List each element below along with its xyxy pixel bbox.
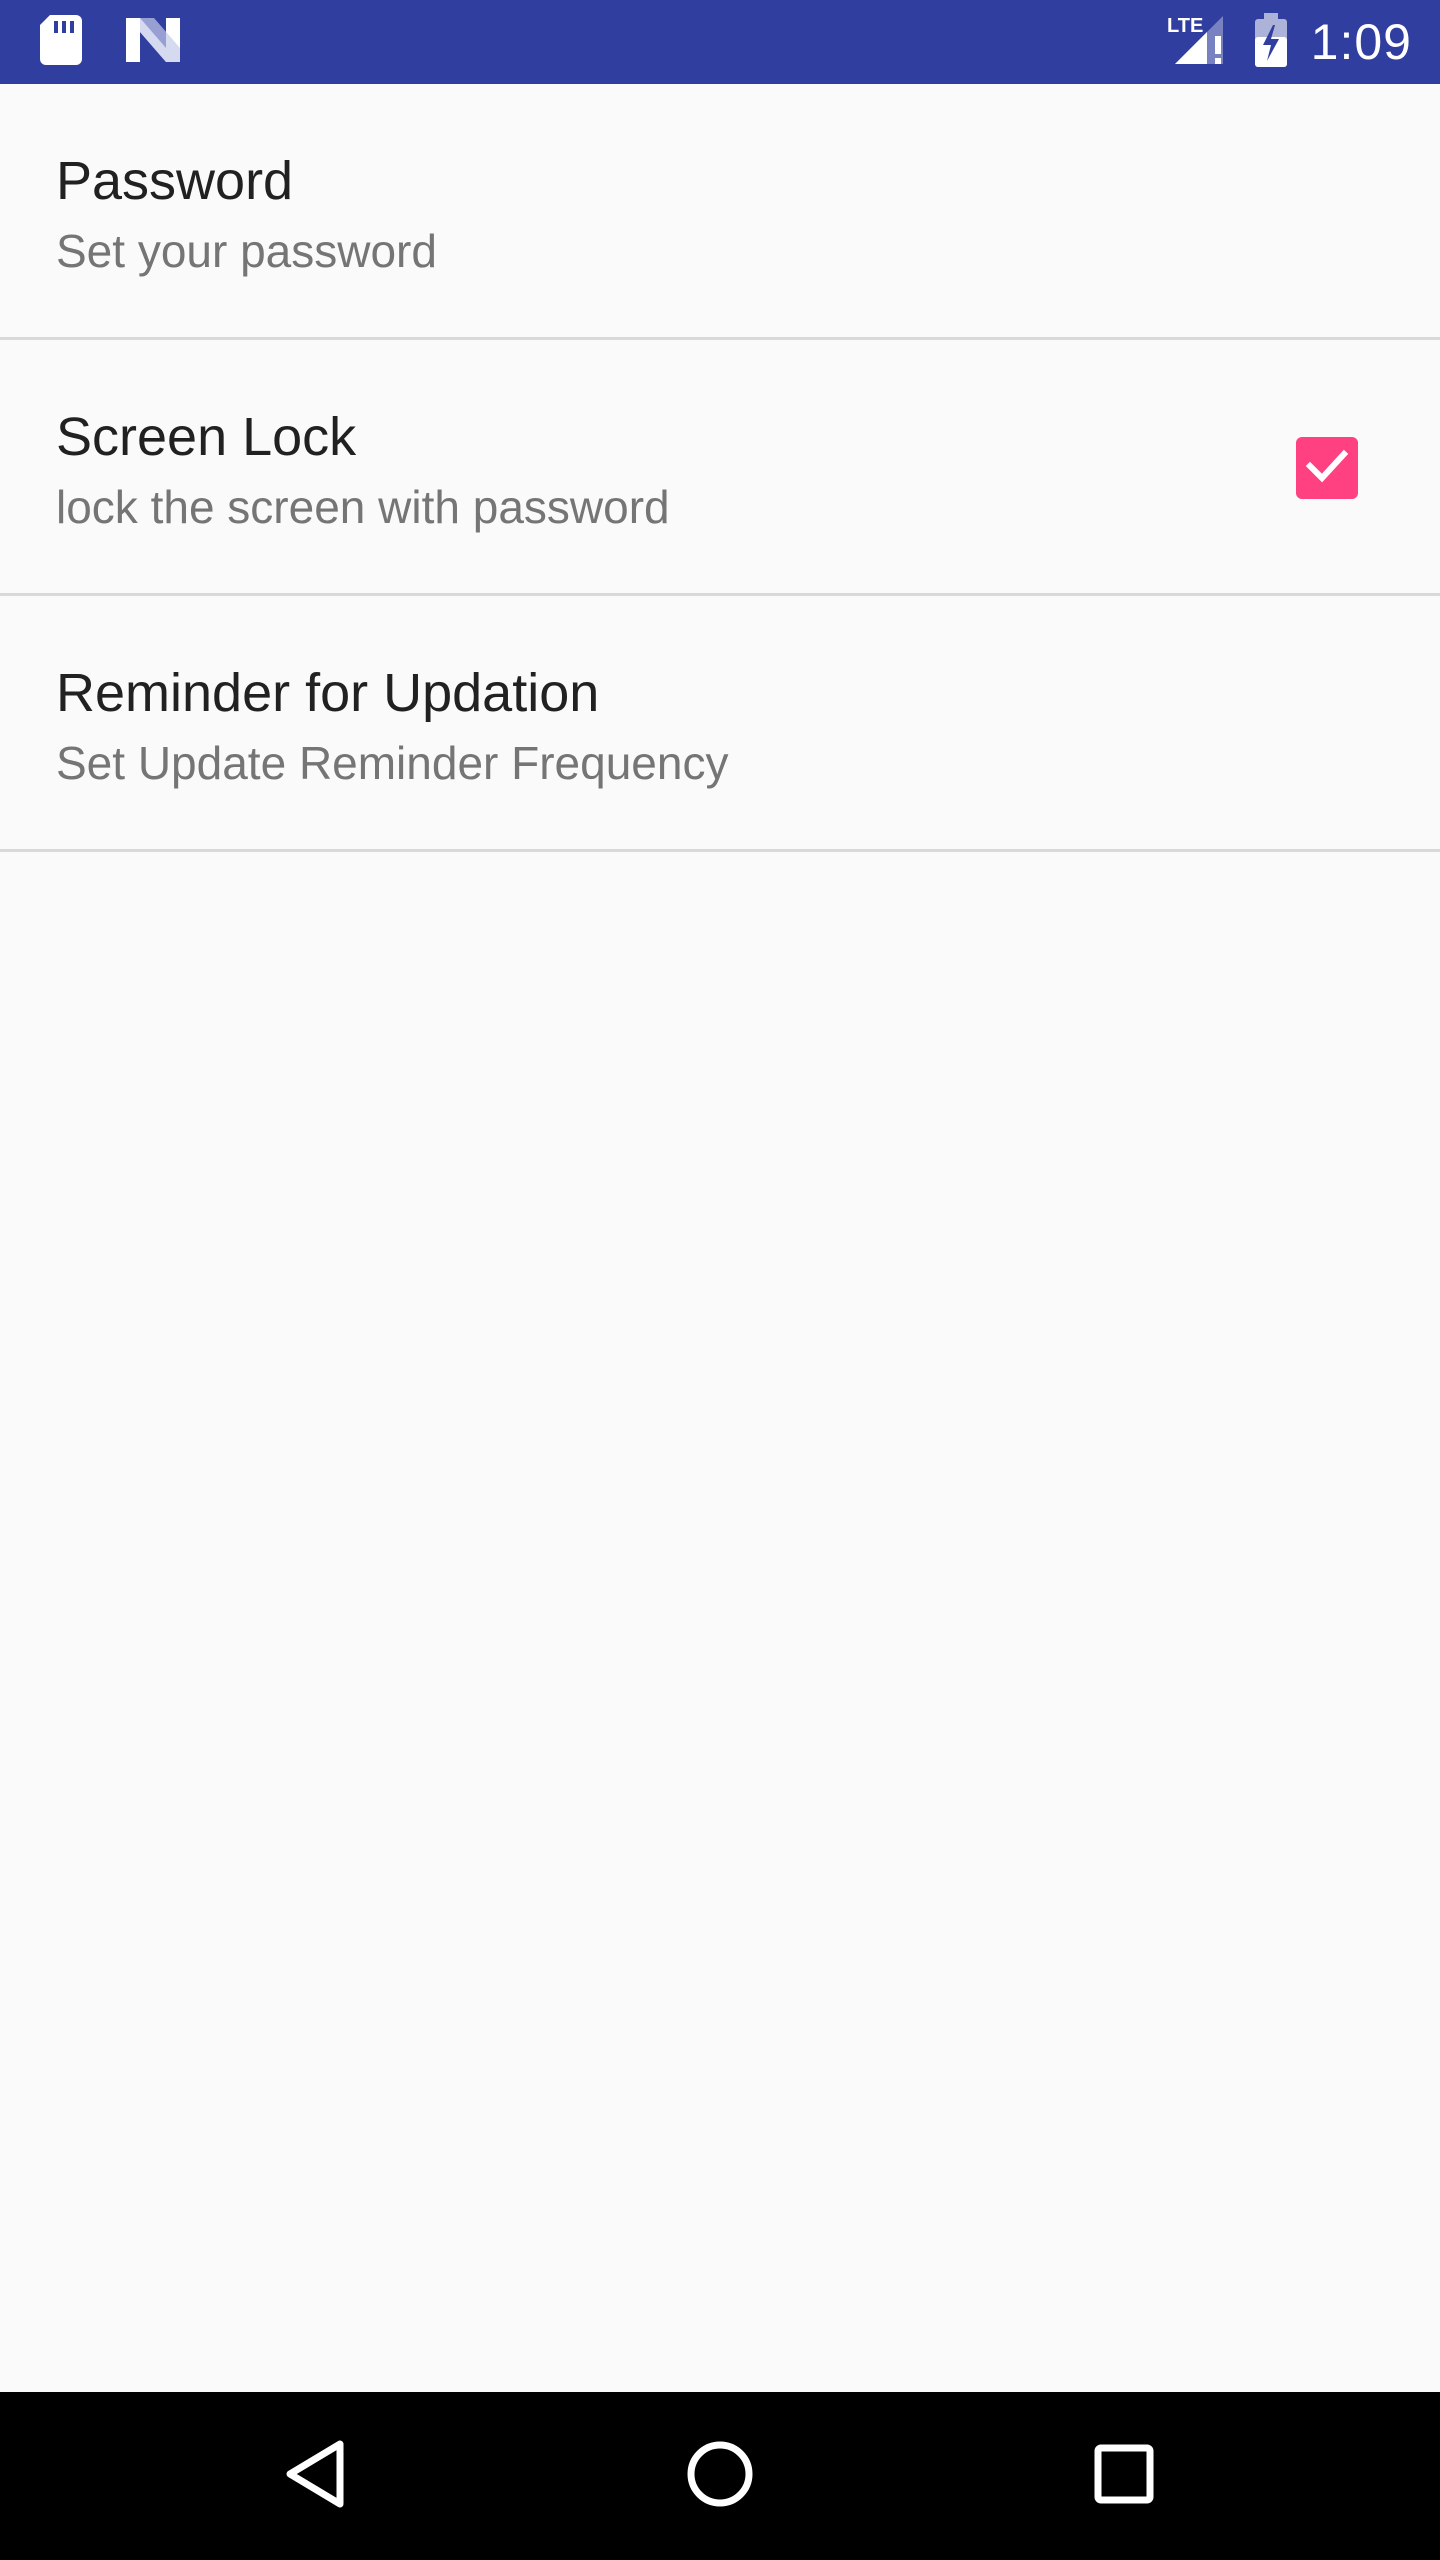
pref-title: Reminder for Updation — [56, 663, 600, 723]
home-button[interactable] — [670, 2426, 770, 2526]
back-button[interactable] — [266, 2426, 366, 2526]
battery-charging-icon — [1253, 12, 1289, 72]
home-icon — [684, 2438, 756, 2515]
status-time: 1:09 — [1310, 14, 1412, 70]
pref-screen-lock[interactable]: Screen Lock lock the screen with passwor… — [0, 340, 1440, 596]
status-bar: LTE 1:09 — [0, 0, 1440, 84]
pref-summary: lock the screen with password — [56, 481, 670, 533]
svg-text:LTE: LTE — [1167, 15, 1203, 37]
recents-button[interactable] — [1074, 2426, 1174, 2526]
navigation-bar — [0, 2392, 1440, 2560]
pref-password[interactable]: Password Set your password — [0, 84, 1440, 340]
lte-signal-icon: LTE — [1167, 12, 1231, 73]
pref-summary: Set your password — [56, 225, 437, 277]
pref-reminder-updation[interactable]: Reminder for Updation Set Update Reminde… — [0, 596, 1440, 852]
pref-title: Screen Lock — [56, 407, 357, 467]
recents-icon — [1092, 2442, 1156, 2511]
status-bar-system: LTE 1:09 — [1167, 0, 1412, 84]
back-icon — [284, 2438, 348, 2515]
sd-card-icon — [40, 14, 82, 70]
settings-list: Password Set your password Screen Lock l… — [0, 84, 1440, 852]
status-bar-notifications — [40, 14, 180, 70]
pref-summary: Set Update Reminder Frequency — [56, 737, 729, 789]
pref-title: Password — [56, 151, 294, 211]
screen-lock-checkbox[interactable] — [1296, 437, 1358, 499]
n-logo-icon — [126, 17, 180, 67]
check-icon — [1305, 448, 1349, 489]
